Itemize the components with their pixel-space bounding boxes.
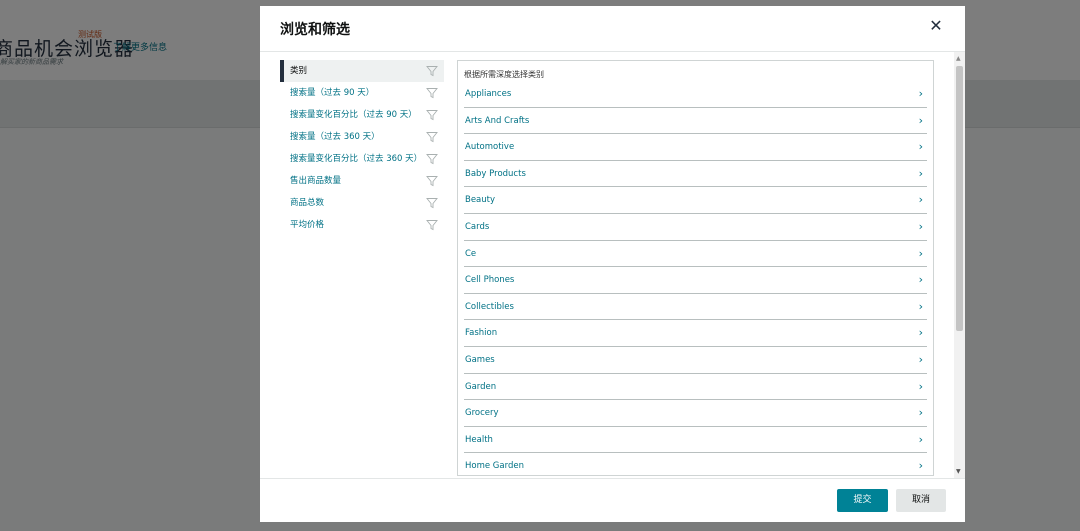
dialog-scrollbar[interactable]: ▲ ▼ <box>954 52 965 478</box>
category-label: Home Garden <box>465 461 524 472</box>
filter-item-label: 商品总数 <box>290 198 325 208</box>
chevron-right-icon: › <box>918 299 923 313</box>
category-label: Games <box>465 354 495 365</box>
category-label: Fashion <box>465 328 498 339</box>
scroll-up-icon[interactable]: ▲ <box>956 55 961 62</box>
chevron-right-icon: › <box>918 219 923 233</box>
category-row[interactable]: Games › <box>464 347 927 374</box>
chevron-right-icon: › <box>918 432 923 446</box>
category-row[interactable]: Baby Products › <box>464 161 927 188</box>
category-label: Baby Products <box>465 168 526 179</box>
category-label: Arts And Crafts <box>465 115 530 126</box>
filter-item[interactable]: 商品总数 <box>280 192 444 214</box>
category-label: Collectibles <box>465 301 514 312</box>
browse-filter-dialog: 浏览和筛选 ✕ 类别搜索量（过去 90 天） 搜索量变化百分比（过去 90 天） 搜… <box>260 6 965 522</box>
category-row[interactable]: Home Garden › <box>464 453 927 475</box>
category-label: Automotive <box>465 142 515 153</box>
filter-item-label: 售出商品数量 <box>290 176 342 186</box>
category-label: Ce <box>465 248 477 259</box>
cancel-button[interactable]: 取消 <box>896 489 946 512</box>
category-row[interactable]: Arts And Crafts › <box>464 108 927 135</box>
filter-item-label: 搜索量（过去 90 天） <box>290 88 375 98</box>
category-hint: 根据所需深度选择类别 <box>464 70 544 79</box>
chevron-right-icon: › <box>918 273 923 287</box>
category-row[interactable]: Appliances › <box>464 81 927 108</box>
dialog-footer: 提交 取消 <box>260 478 965 522</box>
category-row[interactable]: Cell Phones › <box>464 267 927 294</box>
filter-item-label: 搜索量变化百分比（过去 90 天） <box>290 110 417 120</box>
dialog-title: 浏览和筛选 <box>280 22 350 38</box>
category-row[interactable]: Collectibles › <box>464 294 927 321</box>
funnel-icon <box>426 66 438 77</box>
funnel-icon <box>426 220 438 231</box>
funnel-icon <box>426 154 438 165</box>
category-label: Beauty <box>465 195 496 206</box>
chevron-right-icon: › <box>918 87 923 100</box>
category-list: Appliances › Arts And Crafts › Automotive › Ba… <box>464 81 927 475</box>
category-row[interactable]: Fashion › <box>464 320 927 347</box>
funnel-icon <box>426 176 438 187</box>
category-label: Cards <box>465 221 490 232</box>
filter-item-label: 平均价格 <box>290 220 325 230</box>
chevron-right-icon: › <box>918 246 923 260</box>
category-row[interactable]: Grocery › <box>464 400 927 427</box>
chevron-right-icon: › <box>918 352 923 366</box>
funnel-icon <box>426 88 438 99</box>
filter-item[interactable]: 搜索量（过去 360 天） <box>280 126 444 148</box>
category-row[interactable]: Garden › <box>464 374 927 401</box>
category-label: Grocery <box>465 408 499 419</box>
filter-item-label: 搜索量（过去 360 天） <box>290 132 380 142</box>
funnel-icon <box>426 198 438 209</box>
category-row[interactable]: Cards › <box>464 214 927 241</box>
category-row[interactable]: Automotive › <box>464 134 927 161</box>
filter-item-label: 搜索量变化百分比（过去 360 天） <box>290 154 423 164</box>
filter-item[interactable]: 类别 <box>280 60 444 82</box>
chevron-right-icon: › <box>918 166 923 180</box>
filter-item-label: 类别 <box>290 66 308 76</box>
funnel-icon <box>426 132 438 143</box>
chevron-right-icon: › <box>918 140 923 154</box>
category-label: Cell Phones <box>465 275 515 286</box>
category-label: Garden <box>465 381 497 392</box>
category-panel: 根据所需深度选择类别 Appliances › Arts And Crafts › Au… <box>457 60 934 476</box>
dialog-header: 浏览和筛选 ✕ <box>260 6 965 52</box>
chevron-right-icon: › <box>918 193 923 207</box>
filter-item[interactable]: 搜索量变化百分比（过去 360 天） <box>280 148 444 170</box>
category-label: Appliances <box>465 89 512 99</box>
chevron-right-icon: › <box>918 326 923 340</box>
category-row[interactable]: Ce › <box>464 241 927 268</box>
category-row[interactable]: Health › <box>464 427 927 454</box>
category-row[interactable]: Beauty › <box>464 187 927 214</box>
chevron-right-icon: › <box>918 406 923 420</box>
filter-item[interactable]: 平均价格 <box>280 214 444 236</box>
chevron-right-icon: › <box>918 459 923 473</box>
filter-item[interactable]: 售出商品数量 <box>280 170 444 192</box>
chevron-right-icon: › <box>918 113 923 127</box>
submit-button[interactable]: 提交 <box>837 489 888 512</box>
category-label: Health <box>465 434 493 445</box>
filter-item[interactable]: 搜索量变化百分比（过去 90 天） <box>280 104 444 126</box>
scroll-down-icon[interactable]: ▼ <box>956 468 961 475</box>
filter-list: 类别搜索量（过去 90 天） 搜索量变化百分比（过去 90 天） 搜索量（过去 36… <box>280 60 444 236</box>
filter-item[interactable]: 搜索量（过去 90 天） <box>280 82 444 104</box>
close-icon[interactable]: ✕ <box>927 17 945 35</box>
chevron-right-icon: › <box>918 379 923 393</box>
funnel-icon <box>426 110 438 121</box>
scrollbar-thumb[interactable] <box>956 66 963 331</box>
